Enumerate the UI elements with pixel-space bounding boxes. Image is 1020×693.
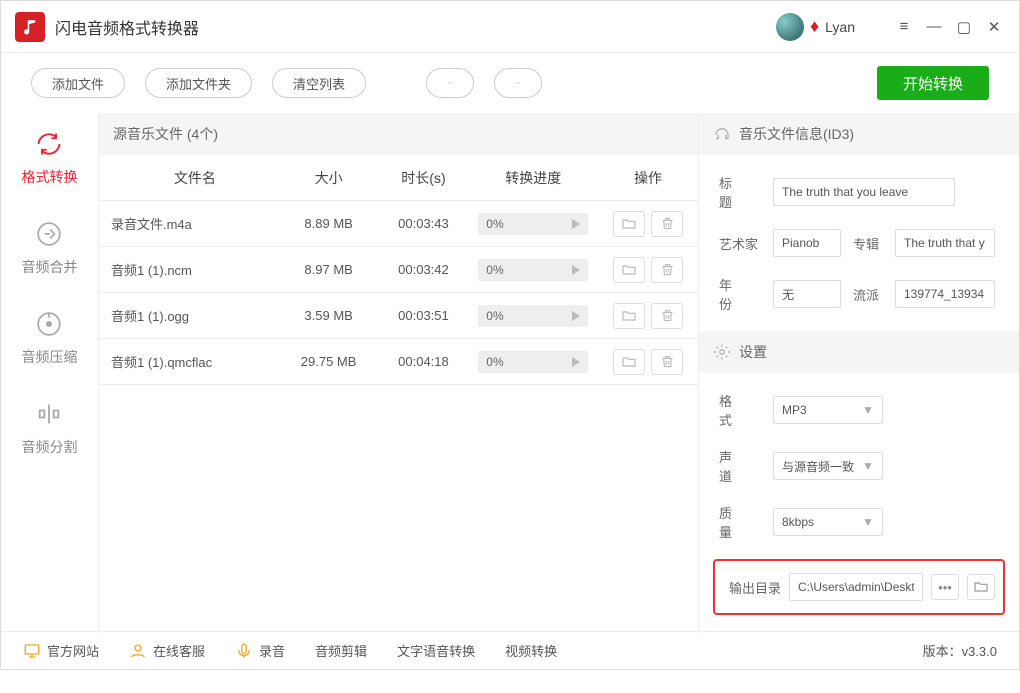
- app-logo: [15, 12, 45, 42]
- id3-year-input[interactable]: [773, 280, 841, 308]
- id3-artist-label: 艺术家: [719, 234, 761, 253]
- file-name-cell: 音频1 (1).ogg: [99, 306, 279, 325]
- id3-year-label: 年 份: [719, 275, 761, 313]
- menu-icon[interactable]: ≡: [893, 16, 915, 38]
- delete-button[interactable]: [651, 349, 683, 375]
- sidebar-item-convert[interactable]: 格式转换: [1, 113, 98, 203]
- file-size-cell: 8.97 MB: [279, 262, 379, 277]
- user-avatar[interactable]: [776, 13, 804, 41]
- file-duration-cell: 00:03:51: [379, 308, 469, 323]
- sidebar-item-compress[interactable]: 音频压缩: [1, 293, 98, 383]
- table-row[interactable]: 音频1 (1).ncm8.97 MB00:03:420%: [99, 247, 698, 293]
- username-label: Lyan: [825, 19, 855, 35]
- file-duration-cell: 00:03:43: [379, 216, 469, 231]
- convert-icon: [34, 129, 64, 159]
- format-label: 格 式: [719, 391, 761, 429]
- file-size-cell: 8.89 MB: [279, 216, 379, 231]
- table-row[interactable]: 音频1 (1).ogg3.59 MB00:03:510%: [99, 293, 698, 339]
- table-row[interactable]: 录音文件.m4a8.89 MB00:03:430%: [99, 201, 698, 247]
- version-label: 版本：v3.3.0: [923, 641, 997, 660]
- file-size-cell: 29.75 MB: [279, 354, 379, 369]
- add-file-button[interactable]: 添加文件: [31, 68, 125, 98]
- add-folder-button[interactable]: 添加文件夹: [145, 68, 252, 98]
- sidebar-item-label: 音频分割: [21, 437, 77, 457]
- id3-album-label: 专辑: [853, 234, 883, 253]
- clear-list-button[interactable]: 清空列表: [272, 68, 366, 98]
- id3-album-input[interactable]: [895, 229, 995, 257]
- settings-section-title: 设置: [699, 331, 1019, 373]
- start-convert-button[interactable]: 开始转换: [877, 66, 989, 100]
- file-name-cell: 录音文件.m4a: [99, 214, 279, 233]
- output-dir-input[interactable]: [789, 573, 923, 601]
- output-dir-label: 输出目录: [729, 578, 781, 597]
- footer-support[interactable]: 在线客服: [129, 641, 205, 660]
- channel-label: 声 道: [719, 447, 761, 485]
- support-icon: [129, 642, 147, 660]
- play-icon[interactable]: [572, 357, 580, 367]
- move-up-button[interactable]: [426, 68, 474, 98]
- delete-button[interactable]: [651, 211, 683, 237]
- headphones-icon: [713, 125, 731, 143]
- minimize-button[interactable]: —: [923, 16, 945, 38]
- id3-artist-input[interactable]: [773, 229, 841, 257]
- open-dir-button[interactable]: [967, 574, 995, 600]
- file-duration-cell: 00:03:42: [379, 262, 469, 277]
- gear-icon: [713, 343, 731, 361]
- footer-official-site[interactable]: 官方网站: [23, 641, 99, 660]
- close-button[interactable]: ✕: [983, 16, 1005, 38]
- vip-badge-icon: ♦: [810, 16, 819, 37]
- footer-video-convert[interactable]: 视频转换: [505, 641, 557, 660]
- open-folder-button[interactable]: [613, 211, 645, 237]
- id3-title-label: 标 题: [719, 173, 761, 211]
- sidebar-item-split[interactable]: 音频分割: [1, 383, 98, 473]
- monitor-icon: [23, 642, 41, 660]
- app-title: 闪电音频格式转换器: [55, 15, 199, 39]
- file-name-cell: 音频1 (1).qmcflac: [99, 352, 279, 371]
- file-progress-cell: 0%: [468, 351, 598, 373]
- files-header-row: 文件名 大小 时长(s) 转换进度 操作: [99, 155, 698, 201]
- files-panel-title: 源音乐文件 (4个): [99, 113, 698, 155]
- browse-dir-button[interactable]: •••: [931, 574, 959, 600]
- file-progress-cell: 0%: [468, 259, 598, 281]
- play-icon[interactable]: [572, 311, 580, 321]
- sidebar-item-label: 音频压缩: [21, 347, 77, 367]
- maximize-button[interactable]: ▢: [953, 16, 975, 38]
- table-row[interactable]: 音频1 (1).qmcflac29.75 MB00:04:180%: [99, 339, 698, 385]
- info-section-title: 音乐文件信息(ID3): [699, 113, 1019, 155]
- id3-genre-label: 流派: [853, 285, 883, 304]
- id3-title-input[interactable]: [773, 178, 955, 206]
- sidebar-item-label: 格式转换: [21, 167, 77, 187]
- file-progress-cell: 0%: [468, 213, 598, 235]
- file-size-cell: 3.59 MB: [279, 308, 379, 323]
- delete-button[interactable]: [651, 257, 683, 283]
- output-dir-row: 输出目录 •••: [713, 559, 1005, 615]
- channel-select[interactable]: 与源音频一致▼: [773, 452, 883, 480]
- play-icon[interactable]: [572, 219, 580, 229]
- move-down-button[interactable]: [494, 68, 542, 98]
- sidebar-item-merge[interactable]: 音频合并: [1, 203, 98, 293]
- footer-record[interactable]: 录音: [235, 641, 285, 660]
- footer-tts[interactable]: 文字语音转换: [397, 641, 475, 660]
- quality-select[interactable]: 8kbps▼: [773, 508, 883, 536]
- compress-icon: [34, 309, 64, 339]
- mic-icon: [235, 642, 253, 660]
- sidebar-item-label: 音频合并: [21, 257, 77, 277]
- file-name-cell: 音频1 (1).ncm: [99, 260, 279, 279]
- open-folder-button[interactable]: [613, 257, 645, 283]
- file-progress-cell: 0%: [468, 305, 598, 327]
- split-icon: [34, 399, 64, 429]
- footer-audio-cut[interactable]: 音频剪辑: [315, 641, 367, 660]
- format-select[interactable]: MP3▼: [773, 396, 883, 424]
- merge-icon: [34, 219, 64, 249]
- open-folder-button[interactable]: [613, 303, 645, 329]
- id3-genre-input[interactable]: [895, 280, 995, 308]
- quality-label: 质 量: [719, 503, 761, 541]
- play-icon[interactable]: [572, 265, 580, 275]
- delete-button[interactable]: [651, 303, 683, 329]
- file-duration-cell: 00:04:18: [379, 354, 469, 369]
- open-folder-button[interactable]: [613, 349, 645, 375]
